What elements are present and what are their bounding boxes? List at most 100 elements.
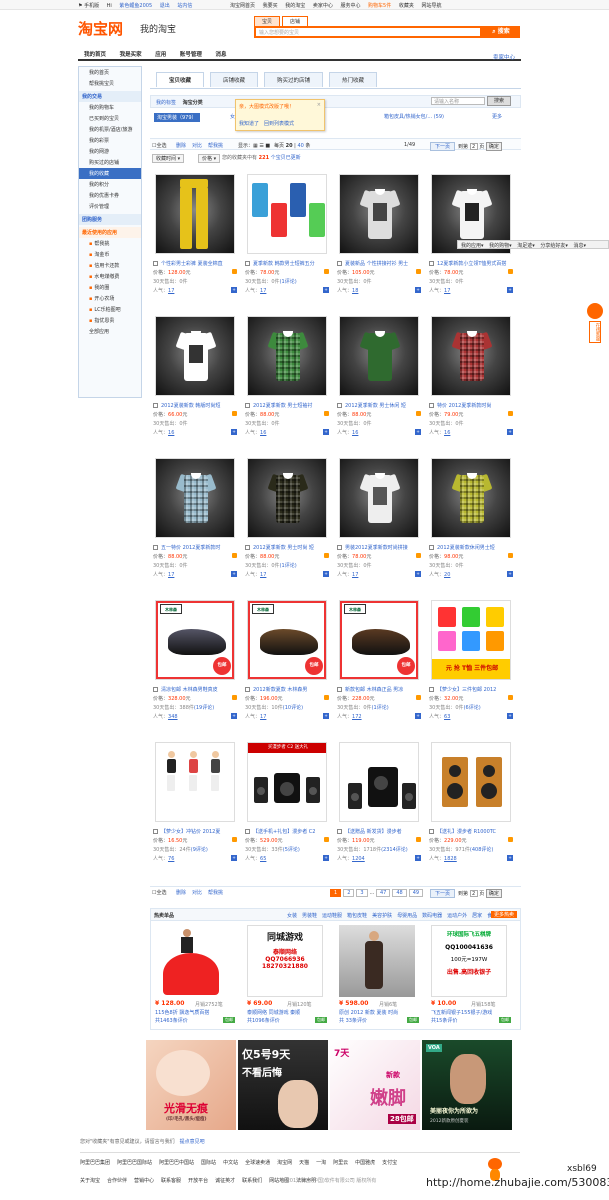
product-image[interactable]: [431, 742, 511, 822]
hot-item-reviews[interactable]: 共15条评价: [431, 1017, 457, 1024]
product-title[interactable]: 新款包邮 木林森正品 男凉: [337, 686, 427, 693]
popularity-value[interactable]: 17: [168, 288, 174, 294]
share-icon[interactable]: [508, 553, 513, 558]
add-to-cart-icon[interactable]: +: [231, 713, 237, 719]
review-link[interactable]: (408评论): [470, 847, 493, 853]
popularity-value[interactable]: 63: [444, 714, 450, 720]
product-image[interactable]: [155, 458, 235, 538]
product-card[interactable]: 2012夏季新款 男士时尚 短价格：88.00元 30天售出：0件(1评论) 人气：…: [245, 458, 335, 596]
sidebar-app-8[interactable]: 指优恩贵: [79, 315, 141, 326]
product-title-text[interactable]: 【萝少女】三件包邮 2012: [437, 687, 496, 693]
share-icon[interactable]: [508, 837, 513, 842]
sidebar-app-4[interactable]: 水电煤缴费: [79, 271, 141, 282]
large-view-icon[interactable]: ■: [265, 143, 270, 149]
sort-by-time[interactable]: 收藏时间 ▾: [152, 154, 185, 163]
notice-count[interactable]: 221: [259, 155, 269, 161]
product-checkbox[interactable]: [245, 261, 250, 266]
add-to-cart-icon[interactable]: +: [507, 855, 513, 861]
subnav-categories[interactable]: 淘宝分类: [183, 99, 203, 106]
product-image[interactable]: 木林森 包邮: [155, 600, 235, 680]
sidebar-item-bought[interactable]: 已买到的宝贝: [79, 113, 141, 124]
product-title-text[interactable]: 2012夏装新款 韩版时尚短: [161, 403, 220, 409]
add-to-cart-icon[interactable]: +: [415, 855, 421, 861]
ad-banner[interactable]: VOA 美丽夜你为所欲为 2012新款原创夏装: [422, 1040, 512, 1130]
search-tab-item[interactable]: 宝贝: [254, 16, 281, 26]
nav-home[interactable]: 我的首页: [78, 48, 112, 58]
tooltip-list-mode-link[interactable]: 回到列表模式: [264, 121, 294, 127]
share-icon[interactable]: [324, 411, 329, 416]
subnav-tags[interactable]: 我的标签: [156, 99, 176, 106]
popularity-value[interactable]: 17: [352, 572, 358, 578]
add-to-cart-icon[interactable]: +: [415, 713, 421, 719]
nav-account[interactable]: 账号管理: [174, 48, 208, 58]
hot-cat[interactable]: 运动户外: [447, 913, 467, 919]
mobile-link[interactable]: ⚑ 手机版: [78, 3, 99, 9]
floatbar-footprint[interactable]: 淘足迹▾: [517, 243, 535, 249]
footer-link[interactable]: 支付宝: [382, 1160, 397, 1166]
product-title[interactable]: 男装2012夏季新款时尚拼接: [337, 544, 427, 551]
popularity-value[interactable]: 16: [168, 430, 174, 436]
product-title[interactable]: 【萝少女】冲钻价 2012夏: [153, 828, 243, 835]
floatbar-shopping[interactable]: 我的购物▾: [489, 243, 512, 249]
category-bags[interactable]: 箱包皮具/热销女包/... (59): [384, 113, 444, 120]
hot-cat[interactable]: 母婴用品: [397, 913, 417, 919]
footer-link[interactable]: 全球速卖通: [245, 1160, 270, 1166]
add-to-cart-icon[interactable]: +: [323, 429, 329, 435]
product-checkbox[interactable]: [337, 687, 342, 692]
toolbar-delete[interactable]: 删除: [176, 142, 186, 149]
product-title[interactable]: 夏季新款 韩款男士短裤五分: [245, 260, 335, 267]
product-title[interactable]: 2012夏季新款 男士时尚 短: [245, 544, 335, 551]
footer-link[interactable]: 阿里巴巴国际站: [117, 1160, 152, 1166]
add-to-cart-icon[interactable]: +: [415, 571, 421, 577]
footer-link[interactable]: 关于淘宝: [80, 1178, 100, 1184]
sidebar-item-favorites[interactable]: 我的收藏: [79, 168, 141, 179]
product-card[interactable]: 【送赠品 新发货】漫步者 价格：119.00元 30天售出：1718件(2314评论…: [337, 742, 427, 880]
footer-link[interactable]: 阿里云: [333, 1160, 348, 1166]
popularity-value[interactable]: 348: [168, 714, 178, 720]
per-page-20[interactable]: 20: [286, 143, 293, 149]
popularity-value[interactable]: 17: [168, 572, 174, 578]
share-icon[interactable]: [324, 553, 329, 558]
add-to-cart-icon[interactable]: +: [507, 571, 513, 577]
product-title-text[interactable]: 2012夏装新款休闲男士短: [437, 545, 495, 551]
popularity-value[interactable]: 172: [352, 714, 362, 720]
share-icon[interactable]: [508, 695, 513, 700]
product-image[interactable]: [247, 316, 327, 396]
review-link[interactable]: (6评论): [464, 705, 481, 711]
share-icon[interactable]: [508, 411, 513, 416]
product-title-text[interactable]: 【送手机+礼包】漫步者 C2: [253, 829, 315, 835]
grid-view-icon[interactable]: ▦: [253, 143, 258, 149]
footer-link[interactable]: 诚征英才: [215, 1178, 235, 1184]
product-title[interactable]: 2012夏装新款 韩版时尚短: [153, 402, 243, 409]
review-link[interactable]: (19评论): [194, 705, 214, 711]
product-checkbox[interactable]: [429, 829, 434, 834]
sidebar-item-travel[interactable]: 我的机票/酒店/旅游: [79, 124, 141, 135]
notice-post[interactable]: 个宝贝已更新: [271, 155, 301, 161]
sidebar-all-apps[interactable]: 全部应用: [79, 326, 141, 337]
hot-cat[interactable]: 运动鞋服: [322, 913, 342, 919]
hot-item-reviews[interactable]: 共 33条评价: [339, 1017, 367, 1024]
product-image[interactable]: [155, 742, 235, 822]
page-number[interactable]: 47: [375, 889, 391, 897]
product-image[interactable]: 木林森 包邮: [339, 600, 419, 680]
hot-item-desc[interactable]: 115色8折 飘逸气质百搭: [155, 1009, 241, 1016]
feedback-link[interactable]: 您对"收藏夹"有意见或建议，请留言与我们 提点意见吧: [80, 1138, 205, 1145]
product-checkbox[interactable]: [245, 403, 250, 408]
floatbar-messages[interactable]: 消息▾: [573, 243, 586, 249]
product-checkbox[interactable]: [429, 403, 434, 408]
review-link[interactable]: (10评论): [283, 705, 303, 711]
hot-item-desc[interactable]: 泰顺网络 同城游戏 秦顺: [247, 1009, 333, 1016]
product-card[interactable]: 2012夏装新款 韩版时尚短 价格：66.00元 30天售出：0件 人气：16 +: [153, 316, 243, 454]
product-checkbox[interactable]: [337, 261, 342, 266]
hot-item[interactable]: 同城游戏 泰顺网络 QQ7066936 18270321880 ¥ 69.00 …: [247, 925, 335, 1029]
ad-banner[interactable]: 仅5号9天 不看后悔: [238, 1040, 328, 1130]
goto-page-input[interactable]: 2: [469, 143, 478, 150]
product-title-text[interactable]: 个性彩男士彩裤 夏装全棉直: [161, 261, 223, 267]
share-icon[interactable]: [416, 837, 421, 842]
product-title-text[interactable]: 【萝少女】冲钻价 2012夏: [161, 829, 220, 835]
product-image[interactable]: [431, 316, 511, 396]
product-image[interactable]: [247, 174, 327, 254]
footer-link[interactable]: 天猫: [299, 1160, 309, 1166]
hot-item[interactable]: 环球国际飞五棋牌 QQ100041636 100元=197W 出售.高回收银子 …: [431, 925, 519, 1029]
product-image[interactable]: [155, 174, 235, 254]
